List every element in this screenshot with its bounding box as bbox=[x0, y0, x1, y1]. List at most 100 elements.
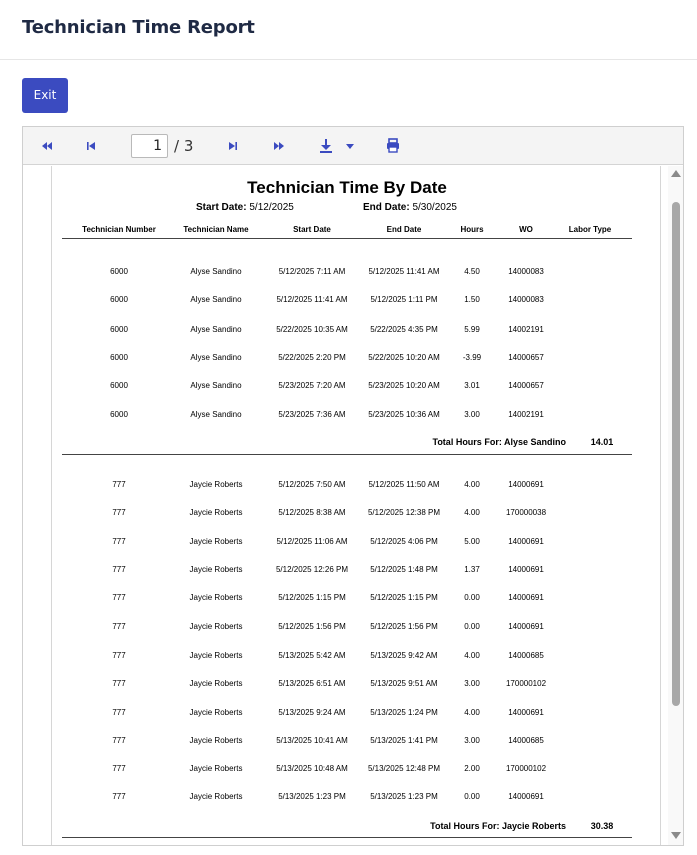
cell-wo: 14000685 bbox=[508, 736, 544, 745]
cell-end-date: 5/12/2025 11:41 AM bbox=[368, 267, 440, 276]
cell-start-date: 5/13/2025 10:41 AM bbox=[276, 736, 348, 745]
cell-technician-name: Jaycie Roberts bbox=[189, 622, 243, 631]
cell-hours: 0.00 bbox=[464, 593, 480, 602]
cell-wo: 14000691 bbox=[508, 593, 544, 602]
cell-end-date: 5/12/2025 4:06 PM bbox=[370, 537, 438, 546]
cell-technician-name: Jaycie Roberts bbox=[189, 764, 243, 773]
page-total: / 3 bbox=[174, 137, 194, 155]
cell-hours: 4.00 bbox=[464, 708, 480, 717]
cell-technician-name: Jaycie Roberts bbox=[189, 508, 243, 517]
cell-hours: 3.00 bbox=[464, 410, 480, 419]
cell-technician-number: 6000 bbox=[110, 325, 128, 334]
column-header-wo: WO bbox=[519, 225, 533, 234]
cell-technician-number: 777 bbox=[112, 764, 126, 773]
report-viewer: / 3 Technician Time By Date Start Date: … bbox=[22, 126, 684, 846]
vertical-scrollbar[interactable] bbox=[668, 166, 683, 845]
cell-start-date: 5/13/2025 5:42 AM bbox=[278, 651, 346, 660]
first-page-icon[interactable] bbox=[40, 138, 54, 154]
cell-end-date: 5/22/2025 10:20 AM bbox=[368, 353, 440, 362]
cell-technician-number: 777 bbox=[112, 792, 126, 801]
cell-wo: 14002191 bbox=[508, 410, 544, 419]
cell-technician-number: 777 bbox=[112, 480, 126, 489]
cell-end-date: 5/13/2025 9:51 AM bbox=[370, 679, 438, 688]
cell-technician-name: Jaycie Roberts bbox=[189, 679, 243, 688]
cell-wo: 170000102 bbox=[505, 679, 547, 688]
start-date: Start Date: 5/12/2025 bbox=[196, 202, 294, 213]
group-divider bbox=[62, 454, 632, 455]
cell-technician-number: 777 bbox=[112, 622, 126, 631]
cell-start-date: 5/13/2025 10:48 AM bbox=[276, 764, 348, 773]
cell-end-date: 5/13/2025 1:24 PM bbox=[370, 708, 438, 717]
cell-start-date: 5/12/2025 12:26 PM bbox=[275, 565, 349, 574]
download-icon[interactable] bbox=[319, 138, 333, 154]
page-header: Technician Time Report bbox=[0, 0, 697, 60]
cell-hours: 1.50 bbox=[464, 295, 480, 304]
cell-start-date: 5/12/2025 8:38 AM bbox=[278, 508, 346, 517]
cell-start-date: 5/13/2025 6:51 AM bbox=[278, 679, 346, 688]
cell-start-date: 5/12/2025 1:15 PM bbox=[278, 593, 346, 602]
cell-technician-number: 777 bbox=[112, 708, 126, 717]
cell-start-date: 5/12/2025 7:11 AM bbox=[278, 267, 346, 276]
previous-page-icon[interactable] bbox=[85, 138, 97, 154]
cell-wo: 14000691 bbox=[508, 622, 544, 631]
cell-start-date: 5/22/2025 2:20 PM bbox=[278, 353, 346, 362]
cell-technician-number: 777 bbox=[112, 651, 126, 660]
cell-hours: 4.00 bbox=[464, 651, 480, 660]
cell-end-date: 5/13/2025 12:48 PM bbox=[367, 764, 441, 773]
start-date-label: Start Date: bbox=[196, 202, 247, 213]
cell-hours: 4.50 bbox=[464, 267, 480, 276]
cell-wo: 170000102 bbox=[505, 764, 547, 773]
cell-end-date: 5/23/2025 10:36 AM bbox=[368, 410, 440, 419]
cell-technician-name: Alyse Sandino bbox=[190, 381, 242, 390]
cell-technician-name: Jaycie Roberts bbox=[189, 708, 243, 717]
cell-technician-number: 6000 bbox=[110, 267, 128, 276]
cell-technician-name: Alyse Sandino bbox=[190, 267, 242, 276]
end-date-label: End Date: bbox=[363, 202, 410, 213]
cell-start-date: 5/12/2025 7:50 AM bbox=[278, 480, 346, 489]
exit-button[interactable]: Exit bbox=[22, 78, 68, 113]
cell-wo: 14000657 bbox=[508, 381, 544, 390]
next-page-icon[interactable] bbox=[227, 138, 239, 154]
cell-technician-name: Jaycie Roberts bbox=[189, 565, 243, 574]
column-header-technician-number: Technician Number bbox=[82, 225, 156, 234]
cell-end-date: 5/12/2025 1:48 PM bbox=[370, 565, 438, 574]
cell-start-date: 5/13/2025 9:24 AM bbox=[278, 708, 346, 717]
scroll-up-arrow-icon[interactable] bbox=[671, 170, 681, 177]
cell-end-date: 5/12/2025 12:38 PM bbox=[367, 508, 441, 517]
end-date: End Date: 5/30/2025 bbox=[363, 202, 457, 213]
cell-hours: 5.00 bbox=[464, 537, 480, 546]
cell-end-date: 5/13/2025 1:41 PM bbox=[370, 736, 438, 745]
group-divider bbox=[62, 837, 632, 838]
export-dropdown-chevron-icon[interactable] bbox=[345, 138, 355, 154]
cell-technician-number: 777 bbox=[112, 537, 126, 546]
cell-wo: 14000691 bbox=[508, 792, 544, 801]
scroll-thumb[interactable] bbox=[672, 202, 680, 706]
cell-hours: 0.00 bbox=[464, 792, 480, 801]
cell-technician-number: 777 bbox=[112, 593, 126, 602]
cell-technician-name: Alyse Sandino bbox=[190, 410, 242, 419]
cell-hours: 2.00 bbox=[464, 764, 480, 773]
last-page-icon[interactable] bbox=[272, 138, 286, 154]
cell-hours: 3.01 bbox=[464, 381, 480, 390]
cell-technician-name: Jaycie Roberts bbox=[189, 736, 243, 745]
page-number-input[interactable] bbox=[131, 134, 168, 158]
cell-technician-number: 6000 bbox=[110, 410, 128, 419]
page-title: Technician Time Report bbox=[22, 17, 255, 38]
column-header-start-date: Start Date bbox=[293, 225, 331, 234]
cell-start-date: 5/12/2025 11:06 AM bbox=[276, 537, 348, 546]
cell-wo: 14000083 bbox=[508, 267, 544, 276]
scroll-down-arrow-icon[interactable] bbox=[671, 832, 681, 839]
cell-technician-number: 777 bbox=[112, 508, 126, 517]
column-header-hours: Hours bbox=[460, 225, 484, 234]
cell-hours: 4.00 bbox=[464, 508, 480, 517]
cell-technician-number: 777 bbox=[112, 565, 126, 574]
cell-start-date: 5/23/2025 7:36 AM bbox=[278, 410, 346, 419]
cell-start-date: 5/12/2025 11:41 AM bbox=[276, 295, 348, 304]
cell-end-date: 5/12/2025 1:11 PM bbox=[370, 295, 438, 304]
report-page: Technician Time By Date Start Date: 5/12… bbox=[51, 166, 661, 845]
print-icon[interactable] bbox=[386, 138, 400, 154]
cell-wo: 14000083 bbox=[508, 295, 544, 304]
group-total-label: Total Hours For: Alyse Sandino bbox=[432, 437, 566, 447]
cell-technician-name: Jaycie Roberts bbox=[189, 593, 243, 602]
cell-technician-number: 6000 bbox=[110, 353, 128, 362]
